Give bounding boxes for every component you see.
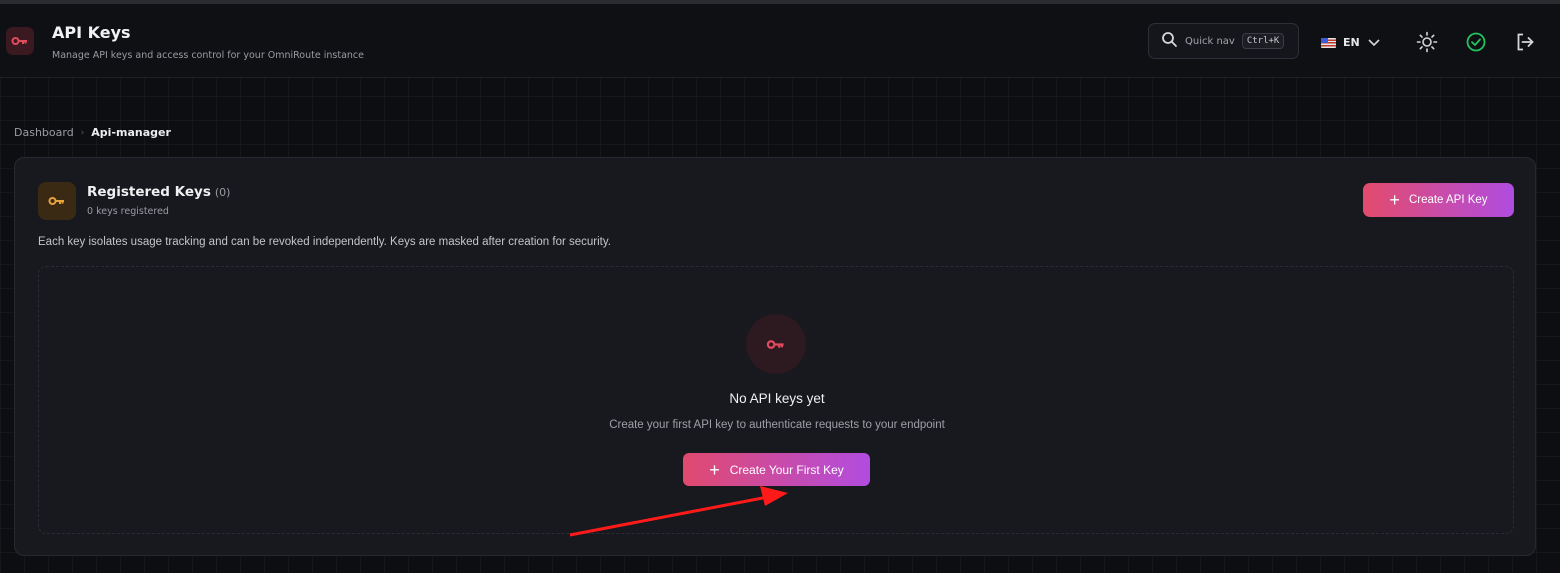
breadcrumb-current: Api-manager <box>91 126 171 139</box>
key-icon <box>38 182 76 220</box>
create-api-key-button[interactable]: + Create API Key <box>1363 183 1514 217</box>
logout-icon[interactable] <box>1514 31 1536 53</box>
page-title: API Keys <box>52 23 131 42</box>
breadcrumb-dashboard-link[interactable]: Dashboard <box>14 126 74 139</box>
key-icon <box>746 314 806 374</box>
chevron-down-icon <box>1367 33 1381 52</box>
quick-nav-button[interactable]: Quick nav Ctrl+K <box>1148 23 1299 59</box>
breadcrumb: Dashboard › Api-manager <box>14 126 171 139</box>
language-selector[interactable]: EN <box>1321 33 1381 52</box>
create-api-key-label: Create API Key <box>1408 194 1488 206</box>
quick-nav-label: Quick nav <box>1185 35 1235 47</box>
quick-nav-shortcut: Ctrl+K <box>1241 33 1285 49</box>
breadcrumb-separator-icon: › <box>80 127 85 138</box>
card-title: Registered Keys (0) <box>87 184 230 200</box>
create-first-key-button[interactable]: + Create Your First Key <box>683 453 870 486</box>
empty-state: No API keys yet Create your first API ke… <box>38 266 1514 534</box>
key-icon <box>6 27 34 55</box>
card-subtitle: 0 keys registered <box>87 206 169 217</box>
top-header: API Keys Manage API keys and access cont… <box>0 4 1560 78</box>
registered-keys-card: Registered Keys (0) 0 keys registered + C… <box>14 157 1536 556</box>
empty-state-title: No API keys yet <box>729 391 825 406</box>
language-label: EN <box>1343 36 1360 49</box>
card-description: Each key isolates usage tracking and can… <box>38 236 611 248</box>
key-count: (0) <box>214 186 231 199</box>
check-circle-icon[interactable] <box>1465 31 1487 53</box>
create-first-key-label: Create Your First Key <box>729 462 844 477</box>
plus-icon: + <box>709 459 720 480</box>
card-title-text: Registered Keys <box>87 184 211 200</box>
flag-us-icon <box>1321 37 1336 48</box>
sun-icon[interactable] <box>1416 31 1438 53</box>
plus-icon: + <box>1389 190 1400 210</box>
search-icon <box>1161 31 1178 52</box>
page-subtitle: Manage API keys and access control for y… <box>52 50 364 61</box>
empty-state-subtitle: Create your first API key to authenticat… <box>609 419 945 431</box>
